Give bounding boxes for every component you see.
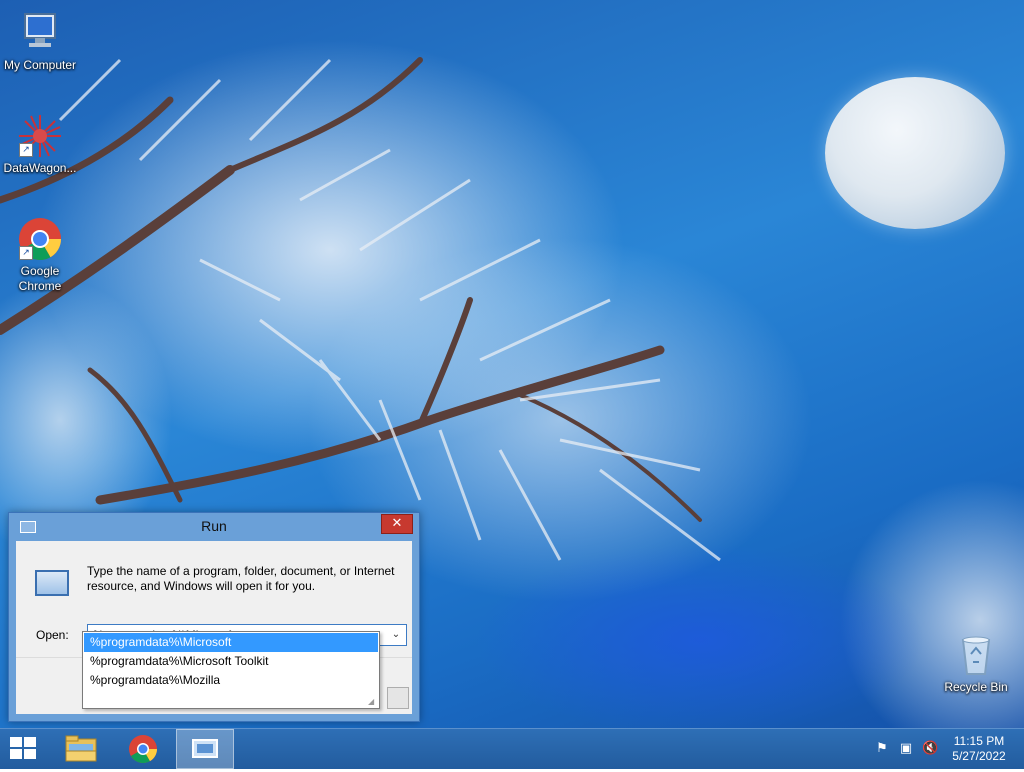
- desktop-icon-label: Recycle Bin: [944, 680, 1008, 694]
- start-button[interactable]: [0, 729, 48, 769]
- desktop-icon-datawagon[interactable]: ↗ DataWagon...: [0, 113, 80, 176]
- computer-icon: [17, 10, 63, 56]
- desktop-icon-label: DataWagon...: [3, 161, 77, 175]
- desktop-icon-recycle-bin[interactable]: Recycle Bin: [936, 632, 1016, 695]
- desktop-icon-my-computer[interactable]: My Computer: [0, 10, 80, 73]
- desktop-icon-label: My Computer: [3, 58, 77, 72]
- resize-grip-icon[interactable]: ◢: [368, 697, 377, 706]
- open-label: Open:: [36, 628, 69, 642]
- taskbar: ⚑ ▣ 🔇 11:15 PM 5/27/2022: [0, 728, 1024, 769]
- desktop-icon-label: Google Chrome: [18, 264, 62, 293]
- shortcut-arrow-icon: ↗: [19, 246, 33, 260]
- taskbar-clock[interactable]: 11:15 PM 5/27/2022: [940, 734, 1018, 764]
- chevron-down-icon[interactable]: ⌄: [388, 626, 404, 644]
- chrome-icon: ↗: [17, 216, 63, 262]
- autocomplete-dropdown: %programdata%\Microsoft %programdata%\Mi…: [82, 631, 380, 709]
- volume-muted-icon[interactable]: 🔇: [922, 741, 938, 757]
- clock-date: 5/27/2022: [952, 749, 1006, 763]
- run-titlebar[interactable]: Run ✕: [9, 513, 419, 540]
- browse-button[interactable]: [387, 687, 409, 709]
- suggestion-item[interactable]: %programdata%\Microsoft: [84, 633, 378, 652]
- clock-time: 11:15 PM: [953, 734, 1005, 748]
- folder-icon: [65, 735, 97, 762]
- moon: [825, 77, 1005, 229]
- action-center-flag-icon[interactable]: ⚑: [874, 741, 890, 757]
- chrome-icon: [129, 735, 157, 763]
- shortcut-arrow-icon: ↗: [19, 143, 33, 157]
- taskbar-google-chrome[interactable]: [120, 729, 166, 769]
- run-description: Type the name of a program, folder, docu…: [87, 564, 395, 593]
- taskbar-file-explorer[interactable]: [58, 729, 104, 769]
- suggestion-item[interactable]: %programdata%\Microsoft Toolkit: [84, 652, 378, 671]
- datawagon-icon: ↗: [17, 113, 63, 159]
- windows-logo-icon: [10, 737, 38, 761]
- network-icon[interactable]: ▣: [898, 741, 914, 757]
- suggestion-item[interactable]: %programdata%\Mozilla: [84, 671, 378, 690]
- close-button[interactable]: ✕: [381, 514, 413, 534]
- desktop-icon-google-chrome[interactable]: ↗ Google Chrome: [0, 216, 80, 294]
- run-program-icon: [35, 570, 69, 596]
- taskbar-run[interactable]: [176, 729, 234, 769]
- run-title: Run: [201, 518, 227, 534]
- recycle-bin-icon: [953, 632, 999, 678]
- run-icon: [192, 739, 218, 758]
